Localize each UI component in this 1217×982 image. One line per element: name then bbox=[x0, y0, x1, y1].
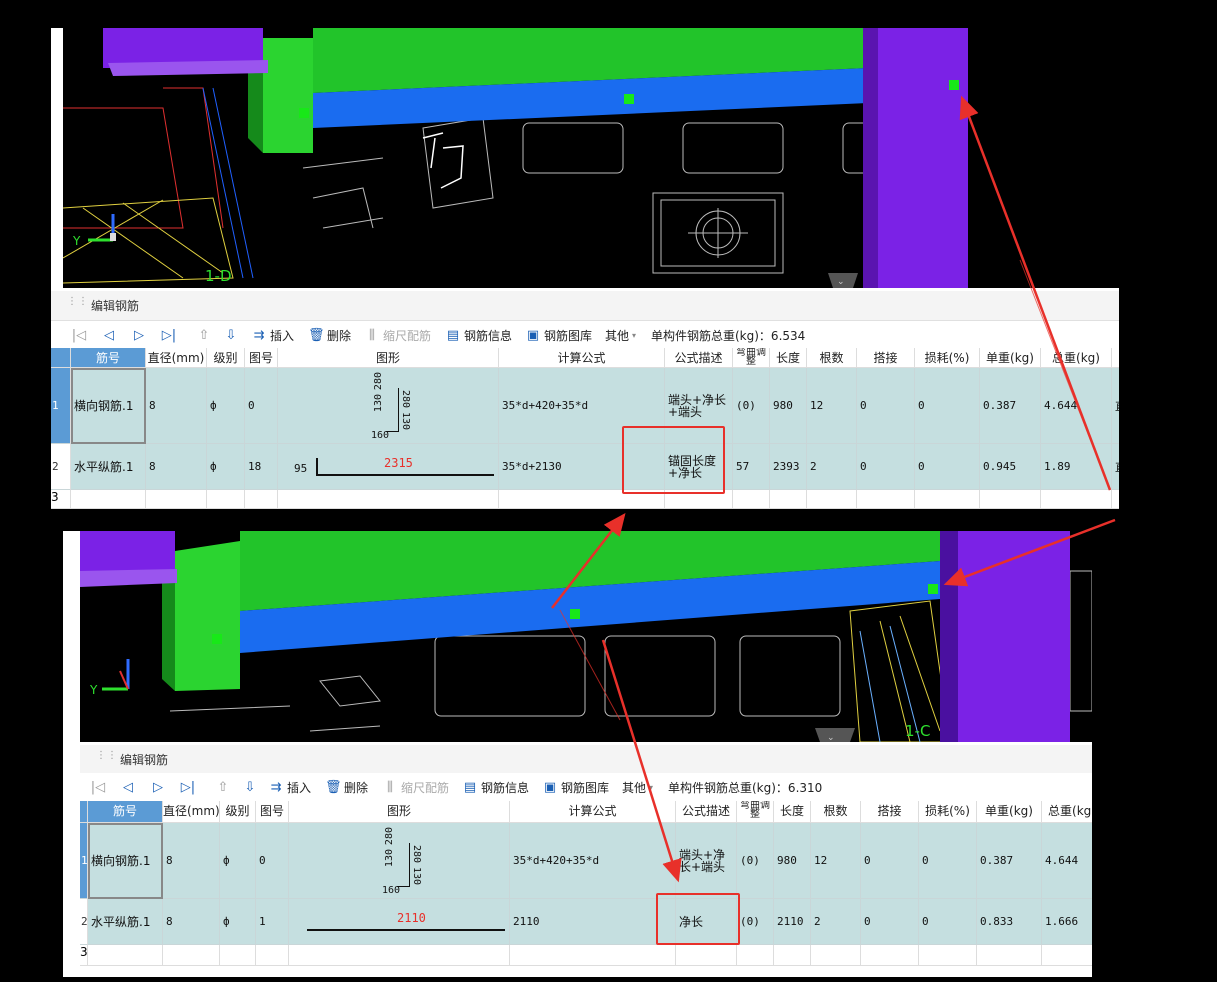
annotation-arrows bbox=[551, 95, 1116, 883]
